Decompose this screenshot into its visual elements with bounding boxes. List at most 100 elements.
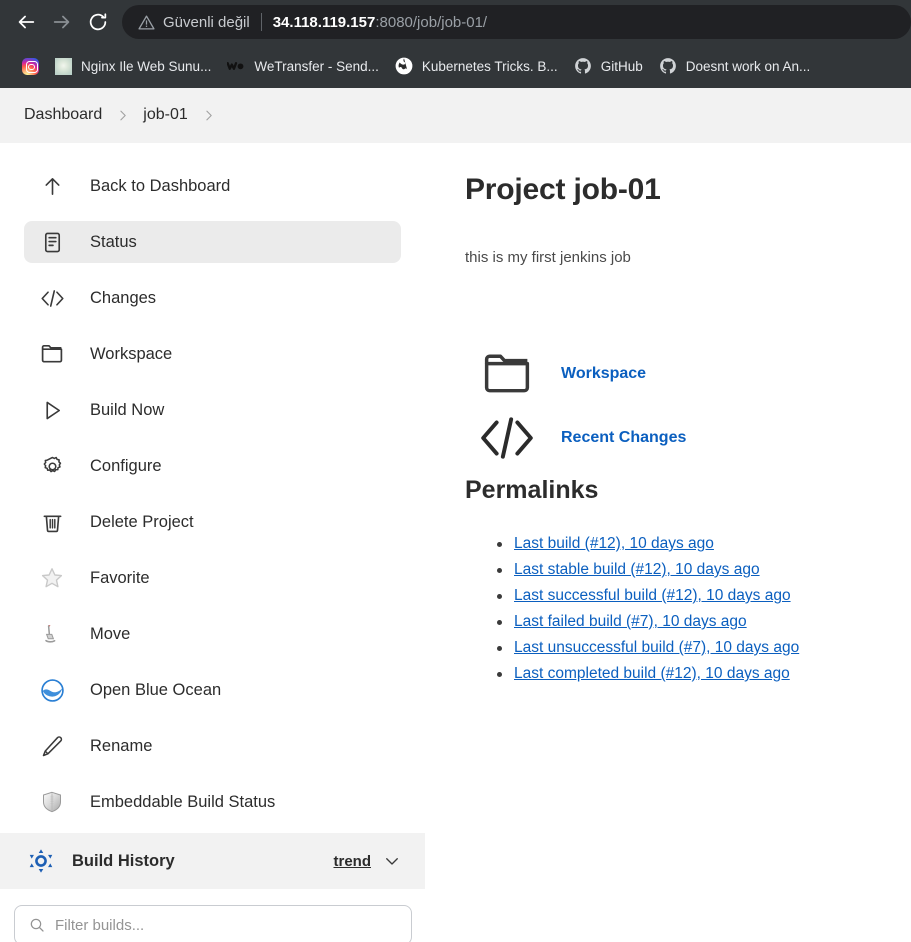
permalink-last-unsuccessful-build[interactable]: Last unsuccessful build (#7), 10 days ag… bbox=[514, 639, 799, 656]
sidebar-item-label: Configure bbox=[90, 456, 162, 475]
url-host: 34.118.119.157 bbox=[272, 13, 376, 31]
page-body: Back to Dashboard Status Changes Workspa… bbox=[0, 143, 911, 942]
url-path: :8080/job/job-01/ bbox=[375, 13, 488, 31]
page-title: Project job-01 bbox=[465, 173, 661, 206]
chevron-right-icon bbox=[188, 109, 229, 122]
gear-icon bbox=[34, 455, 70, 478]
sidebar-item-favorite[interactable]: Favorite bbox=[24, 557, 401, 599]
move-flag-icon bbox=[34, 622, 70, 646]
reload-button[interactable] bbox=[80, 4, 116, 40]
bookmark-label: Kubernetes Tricks. B... bbox=[421, 58, 558, 74]
permalinks-heading: Permalinks bbox=[465, 476, 599, 504]
bookmark-kubernetes-tricks[interactable]: Kubernetes Tricks. B... bbox=[387, 53, 566, 79]
sidebar-item-label: Open Blue Ocean bbox=[90, 680, 222, 699]
recent-changes-link[interactable]: Recent Changes bbox=[549, 429, 686, 447]
forward-button[interactable] bbox=[44, 4, 80, 40]
reload-icon bbox=[89, 13, 107, 31]
browser-chrome: Güvenli değil 34.118.119.157:8080/job/jo… bbox=[0, 0, 911, 88]
sidebar-item-label: Workspace bbox=[90, 344, 173, 363]
list-item: Last failed build (#7), 10 days ago bbox=[497, 609, 891, 635]
sidebar-item-back-to-dashboard[interactable]: Back to Dashboard bbox=[24, 165, 401, 207]
build-filter-placeholder: Filter builds... bbox=[55, 916, 145, 934]
star-outline-icon bbox=[34, 566, 70, 590]
list-item: Last stable build (#12), 10 days ago bbox=[497, 557, 891, 583]
bookmark-label: Doesnt work on An... bbox=[685, 58, 811, 74]
nginx-site-icon bbox=[55, 57, 72, 75]
sidebar-item-workspace[interactable]: Workspace bbox=[24, 333, 401, 375]
bookmark-instagram[interactable] bbox=[14, 54, 47, 79]
github-icon bbox=[659, 57, 677, 75]
recent-changes-link-row[interactable]: Recent Changes bbox=[465, 406, 891, 470]
sidebar-item-label: Favorite bbox=[90, 568, 150, 587]
document-status-icon bbox=[34, 231, 70, 254]
back-arrow-icon bbox=[18, 15, 35, 29]
chevron-down-icon[interactable] bbox=[383, 852, 401, 870]
security-indicator[interactable]: Güvenli değil bbox=[138, 14, 250, 31]
bookmark-wetransfer[interactable]: WeTransfer - Send... bbox=[219, 55, 387, 78]
workspace-link-row[interactable]: Workspace bbox=[465, 342, 891, 406]
permalinks-list: Last build (#12), 10 days ago Last stabl… bbox=[465, 531, 891, 687]
sidebar-item-label: Embeddable Build Status bbox=[90, 792, 276, 811]
sidebar-item-label: Back to Dashboard bbox=[90, 176, 231, 195]
list-item: Last unsuccessful build (#7), 10 days ag… bbox=[497, 635, 891, 661]
folder-icon bbox=[465, 348, 549, 400]
sidebar-item-label: Rename bbox=[90, 736, 153, 755]
browser-toolbar: Güvenli değil 34.118.119.157:8080/job/jo… bbox=[0, 0, 911, 44]
permalink-last-completed-build[interactable]: Last completed build (#12), 10 days ago bbox=[514, 665, 790, 682]
sidebar-item-status[interactable]: Status bbox=[24, 221, 401, 263]
breadcrumb-item-job[interactable]: job-01 bbox=[143, 106, 187, 124]
breadcrumb: Dashboard job-01 bbox=[0, 88, 911, 143]
chevron-right-icon bbox=[102, 109, 143, 122]
sidebar: Back to Dashboard Status Changes Workspa… bbox=[0, 143, 425, 942]
sidebar-item-rename[interactable]: Rename bbox=[24, 725, 401, 767]
back-button[interactable] bbox=[8, 4, 44, 40]
workspace-link[interactable]: Workspace bbox=[549, 365, 646, 383]
shield-icon bbox=[34, 790, 70, 814]
project-description: this is my first jenkins job bbox=[465, 249, 631, 266]
security-label: Güvenli değil bbox=[163, 13, 250, 31]
sidebar-item-embeddable-build-status[interactable]: Embeddable Build Status bbox=[24, 781, 401, 823]
list-item: Last successful build (#12), 10 days ago bbox=[497, 583, 891, 609]
permalink-last-failed-build[interactable]: Last failed build (#7), 10 days ago bbox=[514, 613, 747, 630]
sidebar-item-open-blue-ocean[interactable]: Open Blue Ocean bbox=[24, 669, 401, 711]
sidebar-item-delete-project[interactable]: Delete Project bbox=[24, 501, 401, 543]
search-icon bbox=[29, 917, 45, 933]
build-history-header[interactable]: Build History trend bbox=[0, 833, 425, 889]
bookmark-label: GitHub bbox=[600, 58, 643, 74]
breadcrumb-item-dashboard[interactable]: Dashboard bbox=[24, 106, 102, 124]
build-filter-input[interactable]: Filter builds... bbox=[14, 905, 412, 942]
url-display[interactable]: 34.118.119.157:8080/job/job-01/ bbox=[273, 14, 487, 31]
sidebar-item-build-now[interactable]: Build Now bbox=[24, 389, 401, 431]
address-bar[interactable]: Güvenli değil 34.118.119.157:8080/job/jo… bbox=[122, 5, 911, 39]
permalink-last-stable-build[interactable]: Last stable build (#12), 10 days ago bbox=[514, 561, 760, 578]
sidebar-item-changes[interactable]: Changes bbox=[24, 277, 401, 319]
sidebar-item-label: Changes bbox=[90, 288, 157, 307]
bookmark-github[interactable]: GitHub bbox=[566, 53, 651, 79]
folder-icon bbox=[34, 342, 70, 366]
sidebar-item-configure[interactable]: Configure bbox=[24, 445, 401, 487]
permalink-last-build[interactable]: Last build (#12), 10 days ago bbox=[514, 535, 714, 552]
sidebar-item-move[interactable]: Move bbox=[24, 613, 401, 655]
bookmarks-bar: Nginx Ile Web Sunu... WeTransfer - Send.… bbox=[0, 44, 911, 88]
build-history-title: Build History bbox=[72, 851, 175, 870]
bookmark-nginx[interactable]: Nginx Ile Web Sunu... bbox=[47, 54, 219, 79]
pencil-icon bbox=[34, 735, 70, 758]
build-history-trend-link[interactable]: trend bbox=[334, 853, 384, 870]
permalink-last-successful-build[interactable]: Last successful build (#12), 10 days ago bbox=[514, 587, 791, 604]
trash-icon bbox=[34, 511, 70, 534]
bookmark-label: WeTransfer - Send... bbox=[254, 58, 379, 74]
jenkins-weather-icon bbox=[24, 848, 58, 874]
bookmark-doesnt-work-on-android[interactable]: Doesnt work on An... bbox=[651, 53, 819, 79]
sidebar-item-label: Delete Project bbox=[90, 512, 194, 531]
code-brackets-icon bbox=[34, 286, 70, 311]
forward-arrow-icon bbox=[53, 15, 70, 29]
list-item: Last build (#12), 10 days ago bbox=[497, 531, 891, 557]
globe-icon bbox=[395, 57, 413, 75]
